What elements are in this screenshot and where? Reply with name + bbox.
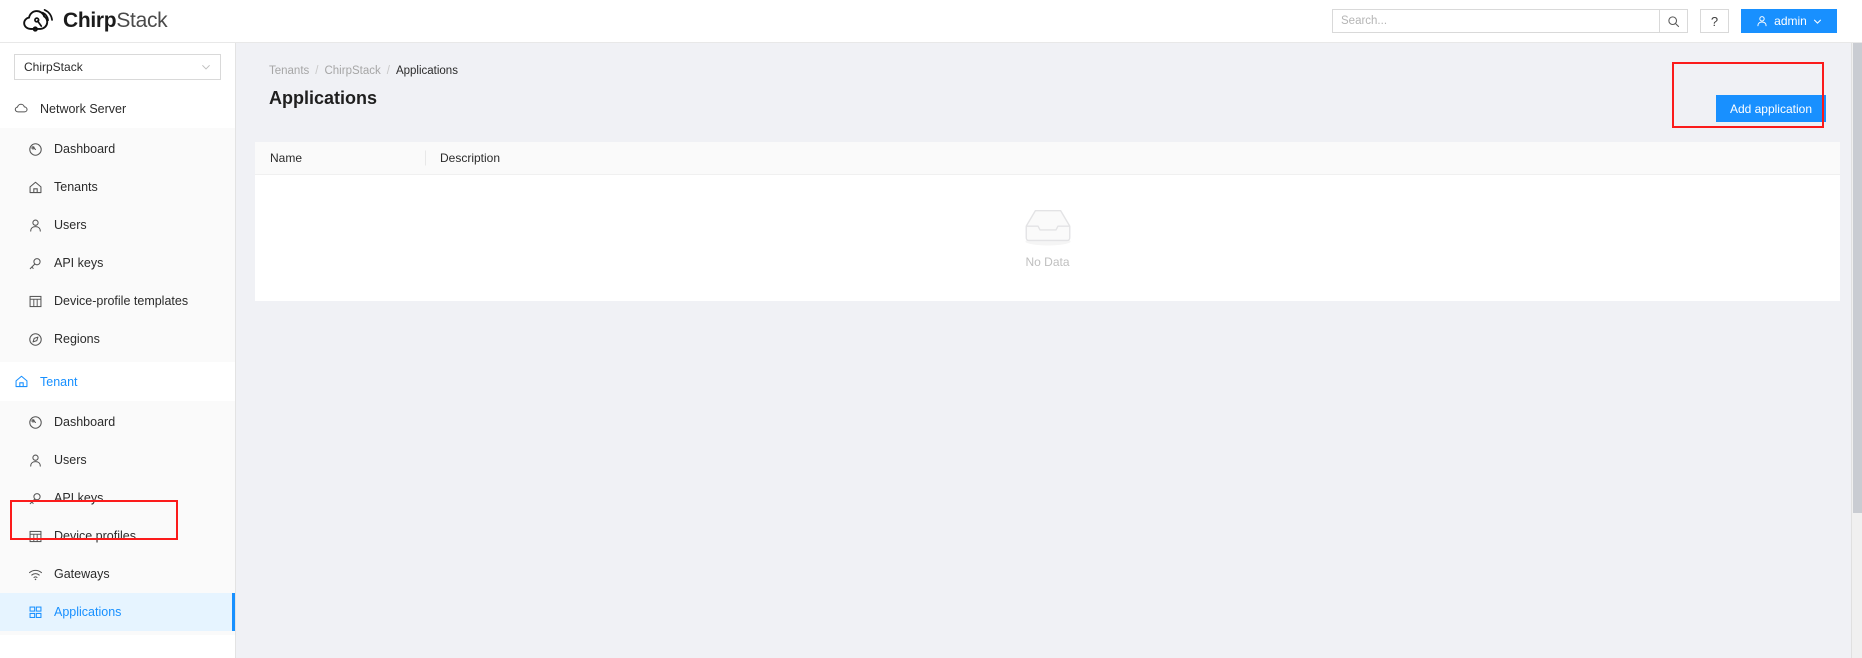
cloud-signal-logo-icon (23, 9, 53, 32)
user-icon (1757, 16, 1767, 27)
empty-state-label: No Data (1025, 255, 1070, 269)
tenant-selector[interactable]: ChirpStack (14, 54, 221, 80)
sidebar-item-label: Dashboard (54, 415, 116, 429)
tenant-selector-value: ChirpStack (24, 60, 83, 74)
search-icon (1668, 15, 1680, 27)
sidebar-item-dashboard[interactable]: Dashboard (0, 130, 235, 168)
sidebar-group-tenant: Dashboard Users API keys Device profiles… (0, 401, 235, 635)
sidebar-item-label: Dashboard (54, 142, 116, 156)
help-button[interactable]: ? (1700, 9, 1729, 33)
search-box (1332, 9, 1688, 33)
sidebar-item-label: Users (54, 218, 87, 232)
column-header-description[interactable]: Description (425, 151, 1840, 165)
gauge-icon (29, 142, 42, 156)
sidebar-item-device-profile-templates[interactable]: Device-profile templates (0, 282, 235, 320)
sidebar-item-gateways[interactable]: Gateways (0, 555, 235, 593)
applications-table: Name Description No Data (255, 142, 1840, 301)
breadcrumb: Tenants / ChirpStack / Applications (269, 65, 1862, 77)
page-actions: Add application (1715, 95, 1826, 122)
sidebar-section-label: Network Server (40, 101, 127, 116)
top-header-bar: ChirpStack ? admin (0, 0, 1862, 43)
brand-logo[interactable]: ChirpStack (22, 8, 168, 34)
sidebar-item-label: Regions (54, 332, 100, 346)
main-content: Tenants / ChirpStack / Applications Appl… (236, 43, 1862, 658)
breadcrumb-item-tenants[interactable]: Tenants (269, 65, 309, 77)
page-scrollbar-thumb[interactable] (1853, 43, 1862, 513)
sidebar-item-label: Device profiles (54, 529, 136, 543)
home-icon (15, 375, 28, 388)
sidebar-item-tenants[interactable]: Tenants (0, 168, 235, 206)
page-title: Applications (269, 88, 378, 108)
table-header-row: Name Description (255, 142, 1840, 175)
sidebar-group-network-server: Dashboard Tenants Users API keys Device-… (0, 128, 235, 362)
sidebar-item-label: API keys (54, 256, 104, 270)
breadcrumb-item-chirpstack[interactable]: ChirpStack (324, 65, 380, 77)
key-icon (29, 492, 41, 504)
sidebar-item-applications[interactable]: Applications (0, 593, 235, 631)
user-menu-button[interactable]: admin (1741, 9, 1837, 33)
sidebar-item-label: API keys (54, 491, 104, 505)
search-input[interactable] (1332, 9, 1659, 33)
table-body-empty-state: No Data (255, 175, 1840, 301)
key-icon (29, 257, 41, 269)
breadcrumb-separator: / (315, 65, 319, 77)
brand-wordmark: ChirpStack (63, 9, 168, 32)
sidebar-item-users[interactable]: Users (0, 206, 235, 244)
sidebar-item-label: Users (54, 453, 87, 467)
sidebar-item-label: Device-profile templates (54, 294, 189, 308)
sidebar-section-tenant[interactable]: Tenant (0, 362, 235, 401)
user-icon (30, 219, 41, 232)
sidebar: ChirpStack Network Server Dashboard Tena… (0, 43, 236, 658)
sidebar-item-label: Applications (54, 605, 122, 619)
home-icon (29, 181, 42, 193)
chevron-down-icon (1813, 19, 1821, 24)
table-icon (29, 295, 42, 307)
sidebar-item-label: Gateways (54, 567, 110, 581)
wifi-icon (28, 569, 43, 580)
breadcrumb-separator: / (386, 65, 390, 77)
user-icon (30, 454, 41, 467)
sidebar-section-network-server[interactable]: Network Server (0, 89, 235, 128)
tenant-selector-wrapper: ChirpStack (0, 43, 235, 89)
sidebar-item-regions[interactable]: Regions (0, 320, 235, 358)
user-name-label: admin (1774, 14, 1807, 28)
chevron-down-icon (202, 65, 210, 70)
table-icon (29, 530, 42, 542)
sidebar-section-label: Tenant (40, 374, 78, 389)
sidebar-item-tenant-dashboard[interactable]: Dashboard (0, 403, 235, 441)
page-scrollbar-track[interactable] (1851, 43, 1862, 658)
add-application-button[interactable]: Add application (1715, 95, 1826, 122)
sidebar-item-api-keys[interactable]: API keys (0, 244, 235, 282)
compass-icon (29, 332, 42, 346)
inbox-icon (1024, 210, 1071, 246)
cloud-icon (14, 103, 28, 113)
sidebar-item-label: Tenants (54, 180, 98, 194)
sidebar-item-device-profiles[interactable]: Device profiles (0, 517, 235, 555)
grid-icon (29, 606, 42, 618)
sidebar-item-tenant-api-keys[interactable]: API keys (0, 479, 235, 517)
search-button[interactable] (1659, 9, 1688, 33)
topbar-actions: ? admin (1332, 9, 1837, 33)
column-header-name[interactable]: Name (255, 151, 425, 165)
sidebar-item-tenant-users[interactable]: Users (0, 441, 235, 479)
breadcrumb-item-applications: Applications (395, 65, 458, 77)
gauge-icon (29, 415, 42, 429)
